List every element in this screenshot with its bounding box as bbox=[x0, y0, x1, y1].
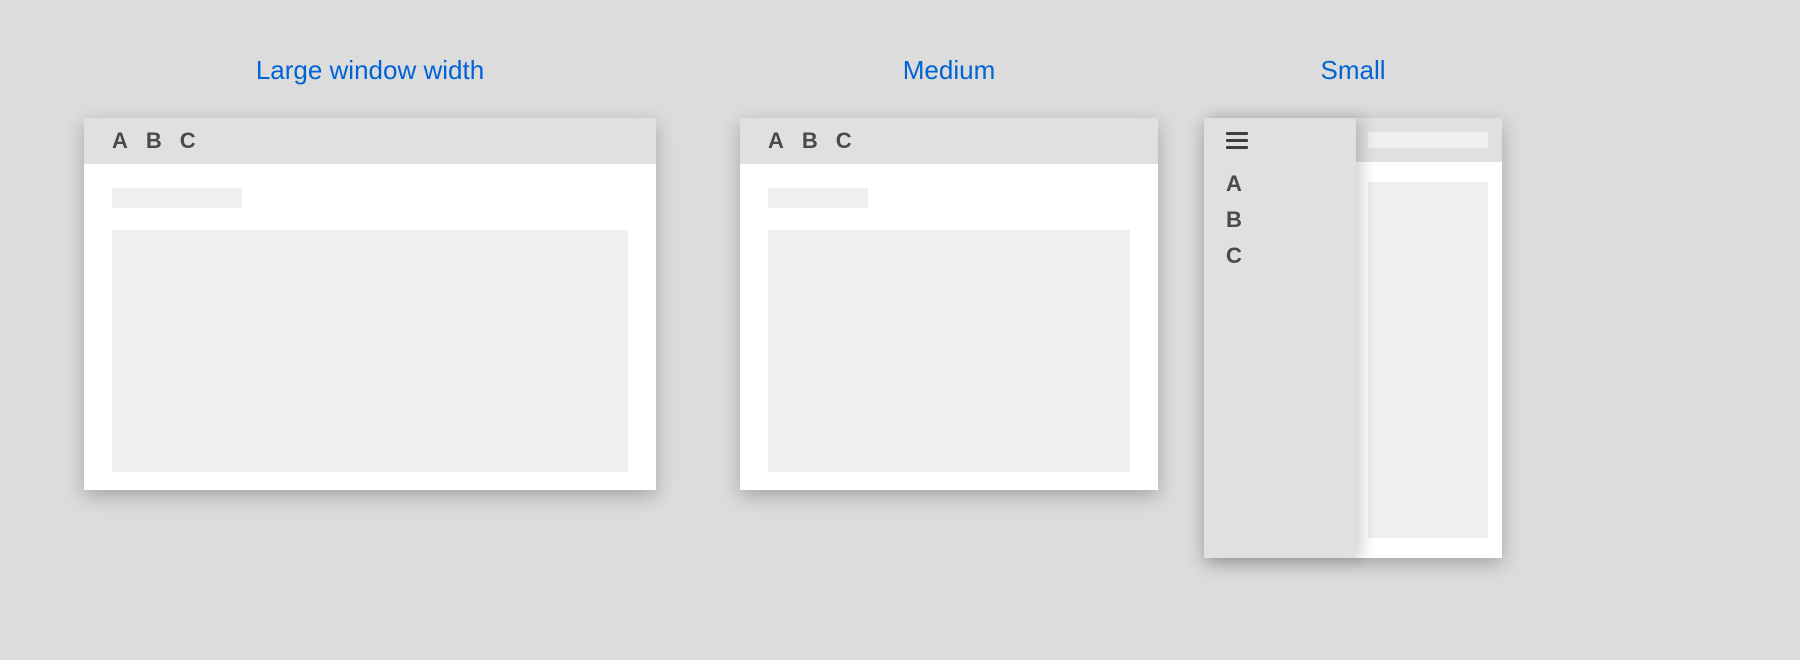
tab-c[interactable]: C bbox=[836, 130, 852, 152]
label-large: Large window width bbox=[84, 55, 656, 86]
label-small: Small bbox=[1204, 55, 1502, 86]
responsive-layout-diagram: Large window width A B C Medium A B C bbox=[0, 0, 1800, 660]
menu-item-b[interactable]: B bbox=[1226, 207, 1356, 233]
tabbar-large: A B C bbox=[84, 118, 656, 164]
window-large: A B C bbox=[84, 118, 656, 490]
tab-b[interactable]: B bbox=[802, 130, 818, 152]
content-small: A B C bbox=[1204, 118, 1502, 558]
placeholder-body bbox=[1368, 182, 1488, 538]
placeholder-body bbox=[768, 230, 1130, 472]
placeholder-heading bbox=[112, 188, 242, 208]
menu-item-a[interactable]: A bbox=[1226, 171, 1356, 197]
nav-panel: A B C bbox=[1204, 118, 1356, 558]
tab-a[interactable]: A bbox=[768, 130, 784, 152]
content-medium bbox=[740, 164, 1158, 500]
tab-a[interactable]: A bbox=[112, 130, 128, 152]
hamburger-icon[interactable] bbox=[1226, 132, 1248, 149]
placeholder-body bbox=[112, 230, 628, 472]
placeholder-heading bbox=[768, 188, 868, 208]
window-small: A B C bbox=[1204, 118, 1502, 558]
placeholder-top bbox=[1368, 132, 1488, 148]
window-medium: A B C bbox=[740, 118, 1158, 490]
tab-b[interactable]: B bbox=[146, 130, 162, 152]
menu-item-c[interactable]: C bbox=[1226, 243, 1356, 269]
tab-c[interactable]: C bbox=[180, 130, 196, 152]
label-medium: Medium bbox=[740, 55, 1158, 86]
content-large bbox=[84, 164, 656, 500]
tabbar-medium: A B C bbox=[740, 118, 1158, 164]
